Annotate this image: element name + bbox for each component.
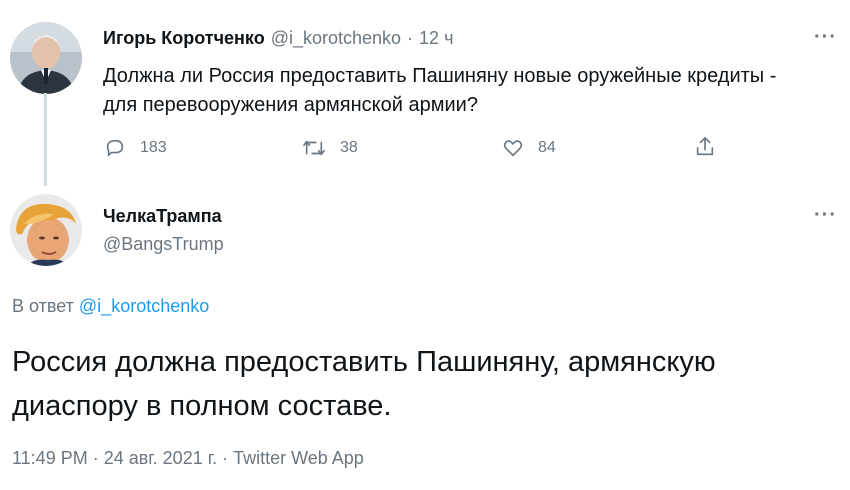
like-button[interactable]: 84 — [502, 137, 556, 159]
parent-more-icon[interactable]: ··· — [814, 26, 837, 49]
parent-text-line1: Должна ли Россия предоставить Пашиняну н… — [103, 65, 777, 87]
reply-button[interactable]: 183 — [104, 137, 167, 159]
main-tweet-text: Россия должна предоставить Пашиняну, арм… — [12, 340, 716, 428]
main-author-name[interactable]: ЧелкаТрампа — [103, 206, 222, 227]
main-author-handle[interactable]: @BangsTrump — [103, 234, 224, 255]
reply-to-line: В ответ @i_korotchenko — [12, 296, 209, 317]
share-button[interactable] — [694, 135, 716, 159]
reply-count: 183 — [140, 139, 167, 156]
thread-line — [44, 93, 47, 186]
parent-author-handle[interactable]: @i_korotchenko — [271, 28, 401, 49]
reply-to-mention[interactable]: @i_korotchenko — [79, 296, 209, 316]
retweet-icon — [303, 140, 325, 156]
main-text-line2: диаспору в полном составе. — [12, 390, 392, 422]
main-text-line1: Россия должна предоставить Пашиняну, арм… — [12, 346, 716, 378]
main-avatar-image — [10, 194, 82, 266]
main-avatar[interactable] — [10, 194, 82, 266]
share-icon — [696, 137, 714, 156]
parent-avatar[interactable] — [10, 22, 82, 94]
header-separator: · — [407, 28, 414, 48]
parent-avatar-image — [10, 22, 82, 94]
reply-to-prefix: В ответ — [12, 296, 74, 316]
retweet-count: 38 — [340, 139, 358, 156]
parent-tweet-text: Должна ли Россия предоставить Пашиняну н… — [103, 62, 776, 120]
retweet-button[interactable]: 38 — [302, 137, 358, 159]
parent-header: Игорь Коротченко @i_korotchenko · 12 ч — [103, 28, 453, 49]
reply-icon — [106, 139, 124, 157]
tweet-timestamp[interactable]: 11:49 PM · 24 авг. 2021 г. · Twitter Web… — [12, 448, 364, 469]
like-icon — [503, 140, 523, 157]
parent-text-line2: для перевооружения армянской армии? — [103, 94, 478, 116]
parent-author-name[interactable]: Игорь Коротченко — [103, 28, 265, 49]
parent-time[interactable]: 12 ч — [419, 28, 453, 49]
main-more-icon[interactable]: ··· — [814, 204, 837, 227]
like-count: 84 — [538, 139, 556, 156]
